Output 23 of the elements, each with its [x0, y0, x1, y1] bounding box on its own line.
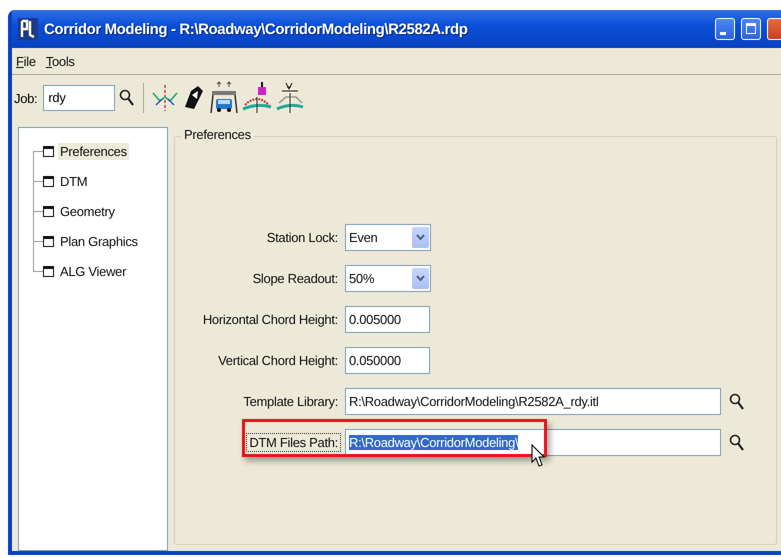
input-field[interactable]: R:\Roadway\CorridorModeling\R2582A_rdy.itl: [345, 388, 721, 415]
group-title: Preferences: [181, 127, 254, 142]
dropdown[interactable]: Even: [345, 224, 431, 251]
dropdown[interactable]: 50%: [345, 265, 431, 292]
field-label: Station Lock:: [266, 229, 339, 247]
field-label: Horizontal Chord Height:: [202, 311, 339, 329]
tree-item[interactable]: Plan Graphics: [58, 232, 140, 250]
window-title: Corridor Modeling - R:\Roadway\CorridorModeling\R2582A.rdp: [44, 20, 468, 38]
tree-item[interactable]: DTM: [58, 172, 90, 190]
job-field[interactable]: rdy: [43, 85, 116, 111]
field-label: Template Library:: [242, 393, 339, 411]
input-field[interactable]: 0.050000: [345, 347, 430, 374]
job-label: Job:: [14, 90, 38, 106]
tree-item[interactable]: ALG Viewer: [58, 262, 128, 280]
field-label: Slope Readout:: [252, 270, 339, 288]
field-label: DTM Files Path:: [246, 433, 341, 452]
field-label: Vertical Chord Height:: [217, 352, 339, 370]
tree-item[interactable]: Geometry: [58, 202, 117, 220]
input-field[interactable]: 0.005000: [345, 306, 430, 333]
menu-item[interactable]: Tools: [46, 54, 75, 74]
input-field[interactable]: R:\Roadway\CorridorModeling\: [345, 429, 721, 456]
menu-item[interactable]: File: [16, 54, 36, 74]
tree-item[interactable]: Preferences: [58, 142, 129, 160]
